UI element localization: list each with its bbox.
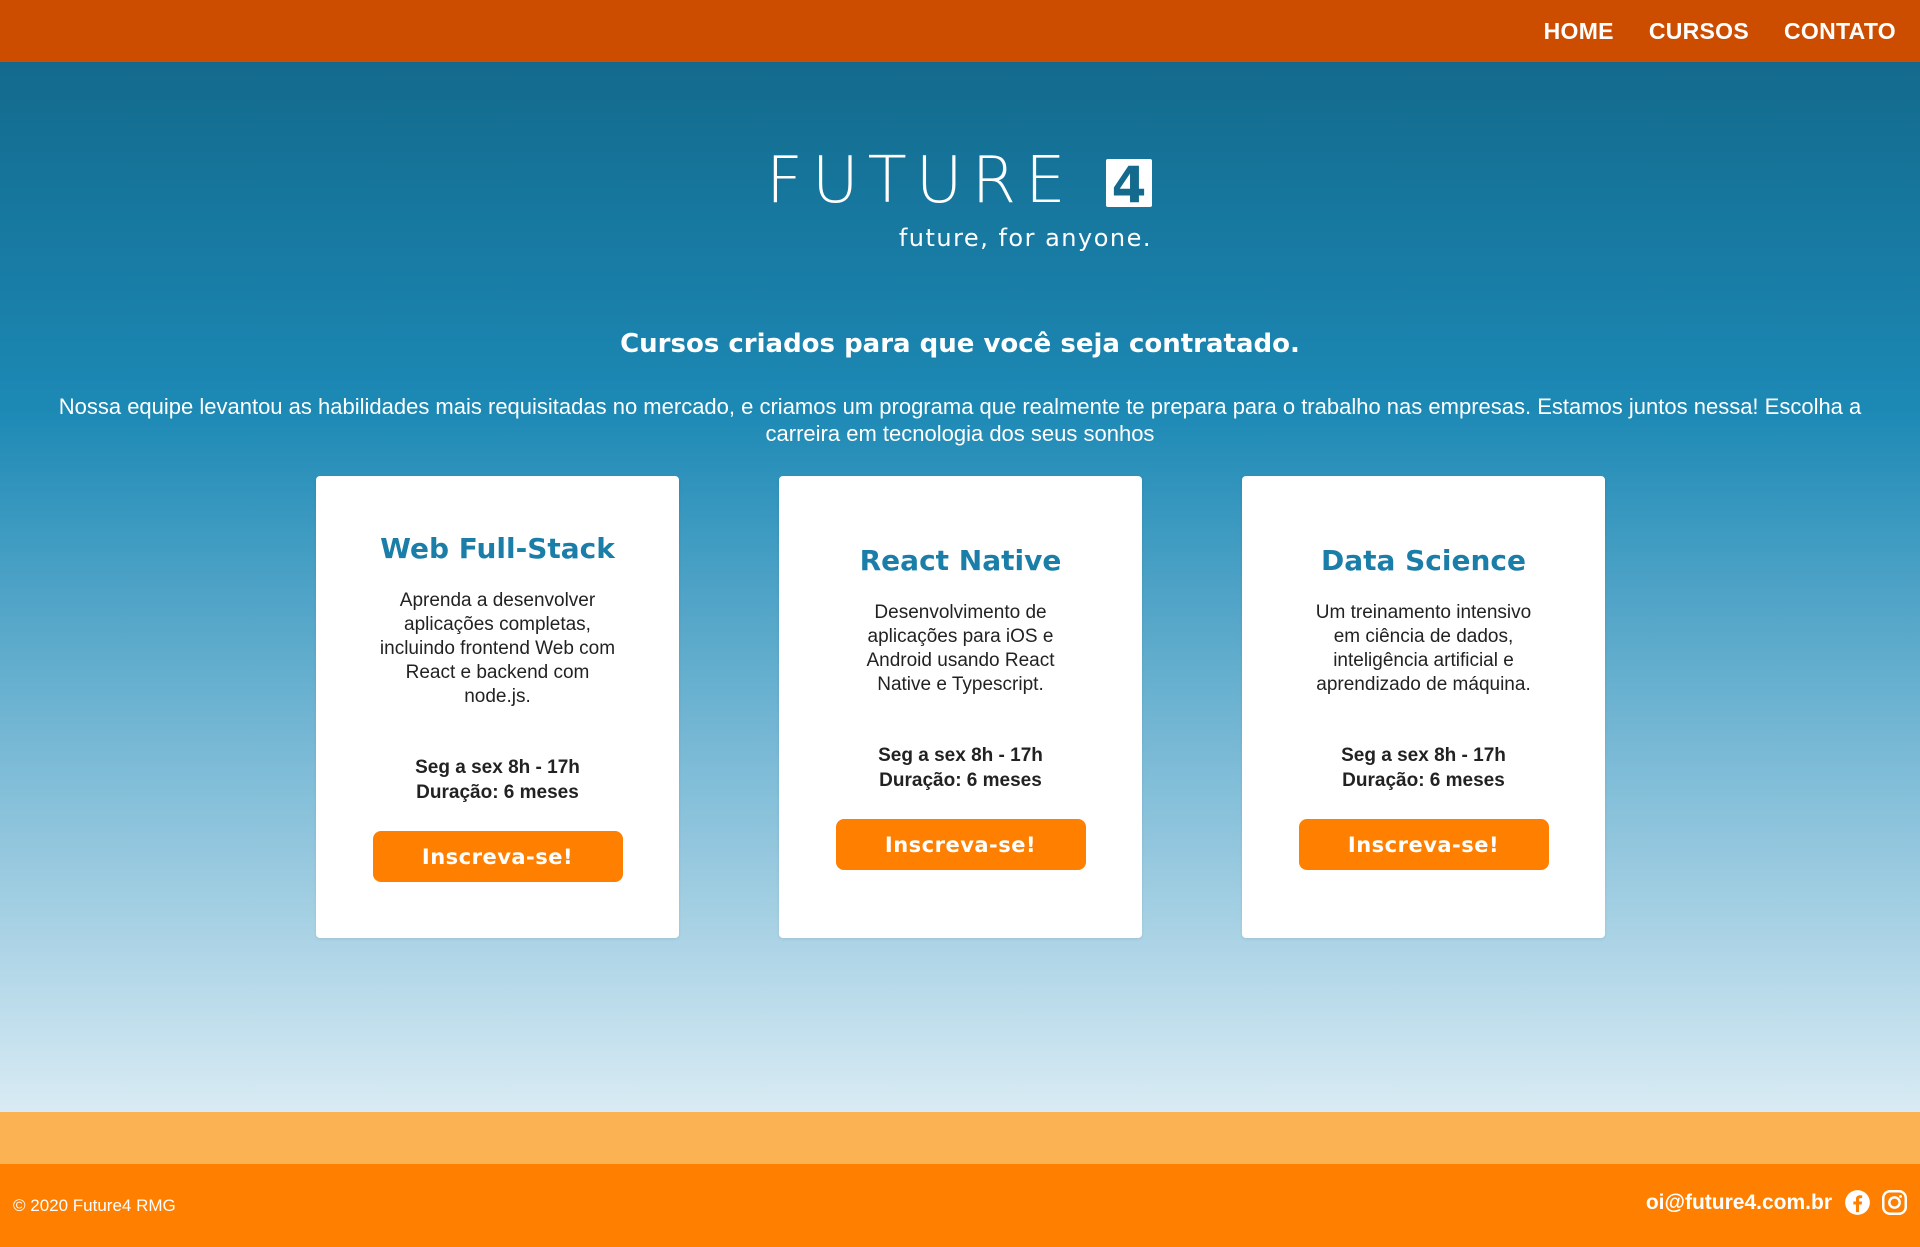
nav-item-contato[interactable]: CONTATO: [1784, 18, 1896, 45]
future4-logo: FUTURE 4 future, for anyone.: [766, 144, 1156, 254]
main-nav: HOME CURSOS CONTATO: [1544, 0, 1896, 62]
course-duration: Duração: 6 meses: [1342, 770, 1505, 791]
intro-paragraph: Nossa equipe levantou as habilidades mai…: [58, 394, 1862, 446]
course-hours: Seg a sex 8h - 17h: [415, 757, 580, 778]
top-bar: HOME CURSOS CONTATO: [0, 0, 1920, 62]
course-description: Um treinamento intensivo em ciência de d…: [1315, 602, 1532, 695]
course-hours: Seg a sex 8h - 17h: [878, 745, 1043, 766]
nav-item-home[interactable]: HOME: [1544, 18, 1614, 45]
nav-item-cursos[interactable]: CURSOS: [1649, 18, 1749, 45]
course-description: Desenvolvimento de aplicações para iOS e…: [866, 602, 1055, 695]
copyright-text: © 2020 Future4 RMG: [13, 1196, 176, 1215]
course-card-web-full-stack: Web Full-Stack Aprenda a desenvolver apl…: [316, 476, 679, 938]
course-card-react-native: React Native Desenvolvimento de aplicaçõ…: [779, 476, 1142, 938]
course-title: Data Science: [1320, 544, 1527, 577]
footer-accent-band: [0, 1112, 1920, 1164]
course-schedule: Seg a sex 8h - 17h Duração: 6 meses: [415, 755, 580, 805]
course-schedule: Seg a sex 8h - 17h Duração: 6 meses: [878, 743, 1043, 793]
course-title: React Native: [859, 544, 1062, 577]
course-duration: Duração: 6 meses: [879, 770, 1042, 791]
enroll-button[interactable]: Inscreva-se!: [835, 819, 1086, 870]
site-footer: © 2020 Future4 RMG oi@future4.com.br: [0, 1164, 1920, 1247]
course-schedule: Seg a sex 8h - 17h Duração: 6 meses: [1341, 743, 1506, 793]
course-duration: Duração: 6 meses: [416, 782, 579, 803]
logo-digit: 4: [1112, 159, 1147, 207]
logo-four-mark: 4: [1106, 159, 1152, 207]
page-headline: Cursos criados para que você seja contra…: [620, 329, 1300, 360]
course-hours: Seg a sex 8h - 17h: [1341, 745, 1506, 766]
logo-wordmark: FUTURE: [766, 144, 1075, 218]
instagram-icon[interactable]: [1881, 1189, 1908, 1216]
course-title: Web Full-Stack: [380, 532, 615, 565]
enroll-button[interactable]: Inscreva-se!: [372, 831, 623, 882]
hero-section: FUTURE 4 future, for anyone. Cursos cria…: [0, 62, 1920, 1112]
contact-email-link[interactable]: oi@future4.com.br: [1646, 1191, 1832, 1215]
logo-tagline: future, for anyone.: [898, 224, 1152, 252]
facebook-icon[interactable]: [1844, 1189, 1871, 1216]
course-description: Aprenda a desenvolver aplicações complet…: [379, 590, 616, 707]
enroll-button[interactable]: Inscreva-se!: [1298, 819, 1549, 870]
footer-contact: oi@future4.com.br: [1646, 1189, 1908, 1216]
course-card-data-science: Data Science Um treinamento intensivo em…: [1242, 476, 1605, 938]
